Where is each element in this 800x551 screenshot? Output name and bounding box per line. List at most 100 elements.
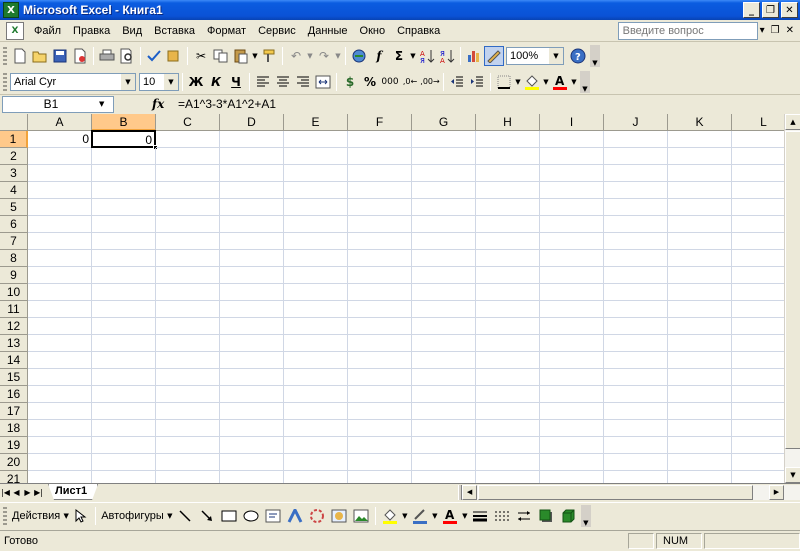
excel-app-icon[interactable]: X bbox=[3, 2, 19, 18]
cell[interactable] bbox=[156, 250, 220, 267]
cell[interactable] bbox=[284, 284, 348, 301]
cell[interactable] bbox=[604, 233, 668, 250]
cell[interactable] bbox=[92, 148, 156, 165]
open-icon[interactable] bbox=[30, 46, 50, 66]
cell[interactable] bbox=[284, 471, 348, 483]
cell[interactable] bbox=[540, 318, 604, 335]
cell[interactable] bbox=[156, 165, 220, 182]
cell[interactable] bbox=[28, 403, 92, 420]
cell[interactable] bbox=[540, 267, 604, 284]
cell[interactable] bbox=[476, 267, 540, 284]
cell[interactable] bbox=[604, 420, 668, 437]
row-header[interactable]: 11 bbox=[0, 301, 28, 318]
cell[interactable] bbox=[156, 386, 220, 403]
cell[interactable] bbox=[284, 165, 348, 182]
cell[interactable] bbox=[732, 131, 784, 148]
cell[interactable] bbox=[348, 437, 412, 454]
cell[interactable] bbox=[668, 267, 732, 284]
cell[interactable] bbox=[412, 284, 476, 301]
cell[interactable] bbox=[348, 420, 412, 437]
cell[interactable] bbox=[476, 352, 540, 369]
cell[interactable] bbox=[604, 454, 668, 471]
undo-icon[interactable]: ↶ bbox=[286, 46, 306, 66]
cell[interactable] bbox=[412, 131, 476, 148]
print-preview-icon[interactable] bbox=[117, 46, 137, 66]
insert-picture-icon[interactable] bbox=[350, 506, 372, 526]
menu-view[interactable]: Вид bbox=[116, 21, 148, 41]
cell[interactable] bbox=[604, 182, 668, 199]
cell[interactable] bbox=[668, 182, 732, 199]
cell[interactable] bbox=[28, 471, 92, 483]
cell[interactable] bbox=[220, 335, 284, 352]
decrease-decimal-icon[interactable]: ,00→ bbox=[420, 72, 440, 92]
column-header[interactable]: J bbox=[604, 114, 668, 131]
row-header[interactable]: 1 bbox=[0, 131, 28, 148]
cell[interactable] bbox=[540, 165, 604, 182]
cell[interactable] bbox=[540, 131, 604, 148]
vertical-scrollbar[interactable]: ▲ ▼ bbox=[784, 114, 800, 483]
cell[interactable] bbox=[284, 403, 348, 420]
cell[interactable] bbox=[604, 284, 668, 301]
research-icon[interactable] bbox=[164, 46, 184, 66]
merge-center-icon[interactable] bbox=[313, 72, 333, 92]
cell[interactable] bbox=[540, 216, 604, 233]
cell[interactable] bbox=[156, 267, 220, 284]
cell[interactable] bbox=[668, 131, 732, 148]
formula-input[interactable]: =A1^3-3*A1^2+A1 bbox=[178, 97, 276, 111]
fill-color-icon[interactable] bbox=[522, 72, 542, 92]
row-header[interactable]: 19 bbox=[0, 437, 28, 454]
dash-style-icon[interactable] bbox=[491, 506, 513, 526]
cell[interactable] bbox=[92, 267, 156, 284]
rectangle-icon[interactable] bbox=[218, 506, 240, 526]
cell[interactable] bbox=[28, 386, 92, 403]
spelling-icon[interactable] bbox=[144, 46, 164, 66]
cell[interactable] bbox=[28, 284, 92, 301]
first-sheet-icon[interactable]: |◀ bbox=[0, 488, 11, 497]
row-header[interactable]: 16 bbox=[0, 386, 28, 403]
cell[interactable] bbox=[732, 403, 784, 420]
cell[interactable] bbox=[284, 420, 348, 437]
permission-icon[interactable] bbox=[70, 46, 90, 66]
cell[interactable] bbox=[604, 318, 668, 335]
cell[interactable] bbox=[284, 369, 348, 386]
currency-button[interactable]: $ bbox=[340, 72, 360, 92]
cell[interactable] bbox=[92, 250, 156, 267]
column-header[interactable]: A bbox=[28, 114, 92, 131]
cell[interactable] bbox=[604, 471, 668, 483]
cell[interactable] bbox=[604, 148, 668, 165]
cell[interactable] bbox=[92, 182, 156, 199]
cell[interactable] bbox=[476, 386, 540, 403]
autoshapes-dropdown-icon[interactable]: ▼ bbox=[166, 512, 174, 520]
cell[interactable] bbox=[476, 318, 540, 335]
cell[interactable] bbox=[220, 148, 284, 165]
row-header[interactable]: 17 bbox=[0, 403, 28, 420]
cell[interactable] bbox=[476, 233, 540, 250]
cell[interactable] bbox=[476, 216, 540, 233]
cell[interactable] bbox=[92, 318, 156, 335]
cell[interactable] bbox=[220, 352, 284, 369]
italic-button[interactable]: К bbox=[206, 72, 226, 92]
cell[interactable] bbox=[732, 318, 784, 335]
zoom-combo[interactable]: 100% ▼ bbox=[506, 47, 564, 65]
cell[interactable] bbox=[412, 403, 476, 420]
cell[interactable] bbox=[348, 148, 412, 165]
line-icon[interactable] bbox=[174, 506, 196, 526]
paste-dropdown-icon[interactable]: ▼ bbox=[251, 52, 259, 60]
cell[interactable] bbox=[156, 454, 220, 471]
cell[interactable] bbox=[412, 369, 476, 386]
cell[interactable] bbox=[220, 471, 284, 483]
cell[interactable] bbox=[220, 301, 284, 318]
cell[interactable] bbox=[476, 471, 540, 483]
cell[interactable] bbox=[28, 267, 92, 284]
cell[interactable] bbox=[156, 318, 220, 335]
workbook-icon[interactable]: X bbox=[6, 21, 24, 40]
scroll-right-icon[interactable]: ▶ bbox=[769, 484, 784, 500]
cell[interactable] bbox=[348, 250, 412, 267]
cell[interactable] bbox=[92, 437, 156, 454]
cell[interactable] bbox=[668, 199, 732, 216]
hyperlink-icon[interactable] bbox=[349, 46, 369, 66]
cell[interactable] bbox=[156, 284, 220, 301]
cell[interactable] bbox=[412, 301, 476, 318]
cell[interactable] bbox=[348, 471, 412, 483]
name-box[interactable]: B1 ▼ bbox=[2, 95, 114, 113]
